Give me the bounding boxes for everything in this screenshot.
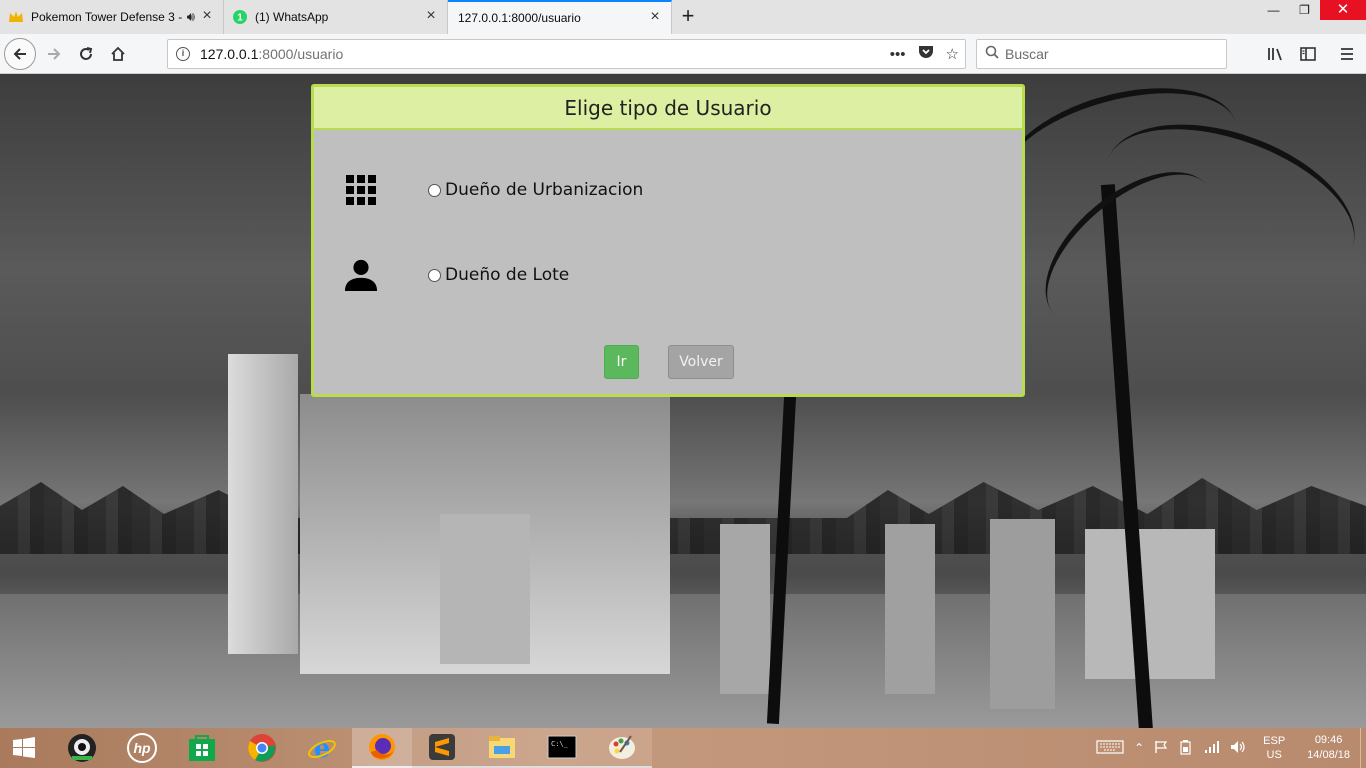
- url-bar[interactable]: i 127.0.0.1:8000/usuario ••• ☆: [167, 39, 966, 69]
- option-urbanizacion[interactable]: Dueño de Urbanizacion: [314, 170, 1022, 210]
- home-icon: [111, 46, 125, 61]
- svg-text:C:\_: C:\_: [551, 740, 569, 748]
- window-controls: — ❐ ✕: [1258, 0, 1366, 30]
- arrow-left-icon: [13, 48, 26, 60]
- svg-text:hp: hp: [133, 740, 151, 756]
- close-tab-icon[interactable]: ×: [199, 8, 215, 25]
- reload-icon: [80, 47, 93, 60]
- grid-icon: [344, 173, 378, 207]
- page-actions-icon[interactable]: •••: [890, 46, 906, 63]
- tab-title: 127.0.0.1:8000/usuario: [458, 11, 581, 25]
- home-button[interactable]: [102, 38, 134, 70]
- ie-icon[interactable]: e: [292, 728, 352, 768]
- radio-urbanizacion[interactable]: [428, 183, 441, 197]
- restore-icon[interactable]: ❐: [1289, 0, 1320, 20]
- info-icon[interactable]: i: [176, 47, 190, 61]
- search-input[interactable]: [1005, 46, 1205, 62]
- windows-start-icon[interactable]: [0, 728, 48, 768]
- clock-date: 14/08/18: [1307, 749, 1350, 761]
- tab-title: (1) WhatsApp: [255, 10, 329, 24]
- close-tab-icon[interactable]: ×: [647, 9, 663, 26]
- volume-icon[interactable]: [1230, 740, 1246, 757]
- back-button[interactable]: [4, 38, 36, 70]
- signal-icon[interactable]: [1204, 740, 1220, 757]
- paint-icon[interactable]: [592, 728, 652, 768]
- nav-bar: i 127.0.0.1:8000/usuario ••• ☆: [0, 34, 1366, 74]
- tab-title: Pokemon Tower Defense 3 -: [31, 10, 183, 24]
- option-lote[interactable]: Dueño de Lote: [314, 255, 1022, 295]
- clock[interactable]: 09:46 14/08/18: [1307, 733, 1350, 763]
- library-icon[interactable]: [1260, 38, 1292, 70]
- minimize-icon[interactable]: —: [1258, 0, 1289, 20]
- store-icon[interactable]: [172, 728, 232, 768]
- battery-icon[interactable]: [1178, 739, 1194, 758]
- svg-text:1: 1: [237, 13, 243, 24]
- search-bar[interactable]: [976, 39, 1227, 69]
- user-type-dialog: Elige tipo de Usuario Dueño de Urbanizac…: [311, 84, 1025, 397]
- show-desktop-button[interactable]: [1360, 728, 1366, 768]
- person-icon: [344, 258, 378, 292]
- hp-icon[interactable]: hp: [112, 728, 172, 768]
- close-tab-icon[interactable]: ×: [423, 8, 439, 25]
- ir-button[interactable]: Ir: [604, 345, 639, 379]
- language-indicator[interactable]: ESP US: [1263, 734, 1285, 762]
- speaker-icon[interactable]: 🔊︎: [187, 9, 195, 25]
- flag-icon[interactable]: [1154, 740, 1168, 757]
- tab-pokemon[interactable]: Pokemon Tower Defense 3 - 🔊︎ ×: [0, 0, 224, 34]
- tab-strip: Pokemon Tower Defense 3 - 🔊︎ × 1 (1) Wha…: [0, 0, 1366, 34]
- close-window-icon[interactable]: ✕: [1320, 0, 1366, 20]
- tab-whatsapp[interactable]: 1 (1) WhatsApp ×: [224, 0, 448, 34]
- whatsapp-icon: 1: [232, 9, 248, 25]
- webcam-icon[interactable]: [52, 728, 112, 768]
- clock-time: 09:46: [1314, 734, 1343, 746]
- firefox-icon[interactable]: [352, 728, 412, 768]
- sublime-icon[interactable]: [412, 728, 472, 768]
- url-text: 127.0.0.1:8000/usuario: [200, 46, 344, 62]
- chrome-icon[interactable]: [232, 728, 292, 768]
- option-label[interactable]: Dueño de Urbanizacion: [445, 180, 643, 200]
- reload-button[interactable]: [70, 38, 102, 70]
- new-tab-button[interactable]: +: [672, 0, 704, 34]
- search-icon: [985, 45, 999, 63]
- taskbar: hp e C:\_ ⌃ ESP US 09:46 14/08/18: [0, 728, 1366, 768]
- bookmark-star-icon[interactable]: ☆: [946, 45, 959, 63]
- sidebar-icon[interactable]: [1292, 38, 1324, 70]
- svg-text:e: e: [314, 734, 331, 763]
- menu-icon[interactable]: [1331, 38, 1363, 70]
- volver-button[interactable]: Volver: [668, 345, 734, 379]
- arrow-right-icon: [48, 48, 61, 60]
- tab-usuario[interactable]: 127.0.0.1:8000/usuario ×: [448, 0, 672, 34]
- chevron-up-icon[interactable]: ⌃: [1134, 741, 1144, 755]
- keyboard-icon[interactable]: [1096, 739, 1124, 758]
- cmd-icon[interactable]: C:\_: [532, 728, 592, 768]
- system-tray: ⌃ ESP US 09:46 14/08/18: [1091, 728, 1366, 768]
- radio-lote[interactable]: [428, 268, 441, 282]
- pocket-icon[interactable]: [918, 45, 934, 63]
- crown-icon: [8, 9, 24, 25]
- forward-button[interactable]: [38, 38, 70, 70]
- option-label[interactable]: Dueño de Lote: [445, 265, 569, 285]
- explorer-icon[interactable]: [472, 728, 532, 768]
- dialog-title: Elige tipo de Usuario: [314, 87, 1022, 130]
